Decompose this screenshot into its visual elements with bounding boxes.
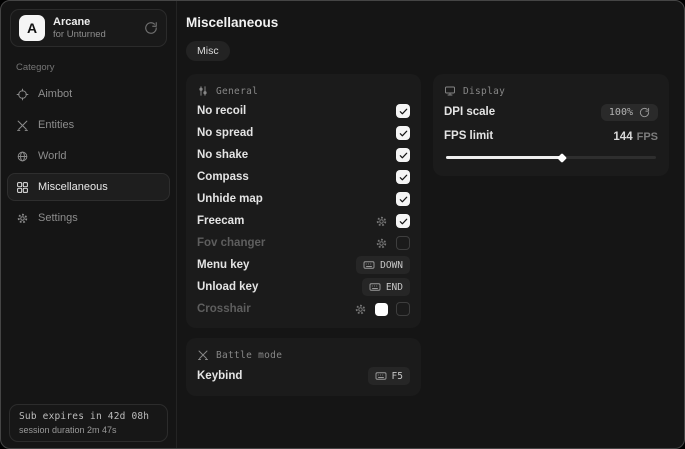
tab-misc[interactable]: Misc <box>186 41 230 61</box>
reset-icon[interactable] <box>639 107 650 118</box>
keyboard-icon <box>369 281 381 293</box>
sidebar: A Arcane for Unturned Category Aimbot En… <box>1 1 177 448</box>
brand-name: Arcane <box>53 16 106 29</box>
swords-icon <box>197 349 209 361</box>
app-window: A Arcane for Unturned Category Aimbot En… <box>0 0 685 449</box>
setting-label: Crosshair <box>197 303 251 315</box>
sidebar-item-miscellaneous[interactable]: Miscellaneous <box>7 173 170 201</box>
no-recoil-checkbox[interactable] <box>396 104 410 118</box>
setting-row-no-spread: No spread <box>197 122 410 144</box>
unhide-map-checkbox[interactable] <box>396 192 410 206</box>
setting-label: Fov changer <box>197 237 265 249</box>
setting-label: Unhide map <box>197 193 263 205</box>
battle-mode-panel-header: Battle mode <box>197 346 410 364</box>
session-duration-text: session duration 2m 47s <box>19 425 158 435</box>
sliders-icon <box>197 85 209 97</box>
main-content: Miscellaneous Misc General No recoil <box>177 1 684 448</box>
globe-icon <box>16 150 29 163</box>
setting-row-crosshair: Crosshair <box>197 298 410 320</box>
setting-label: DPI scale <box>444 106 495 118</box>
setting-label: Keybind <box>197 370 242 382</box>
fps-limit-value: 144 FPS <box>613 127 658 145</box>
subscription-info-box: Sub expires in 42d 08h session duration … <box>9 404 168 442</box>
setting-row-dpi-scale: DPI scale 100% <box>444 100 658 124</box>
setting-row-no-shake: No shake <box>197 144 410 166</box>
panel-title: Display <box>463 86 505 97</box>
setting-label: No shake <box>197 149 248 161</box>
setting-label: No recoil <box>197 105 246 117</box>
grid-icon <box>16 181 29 194</box>
setting-row-freecam: Freecam <box>197 210 410 232</box>
setting-label: No spread <box>197 127 253 139</box>
brand-card[interactable]: A Arcane for Unturned <box>10 9 167 47</box>
setting-label: Menu key <box>197 259 249 271</box>
fov-settings-gear-icon[interactable] <box>375 237 388 250</box>
sidebar-item-label: Settings <box>38 212 78 224</box>
no-spread-checkbox[interactable] <box>396 126 410 140</box>
gear-icon <box>16 212 29 225</box>
keyboard-icon <box>363 259 375 271</box>
sidebar-item-label: Miscellaneous <box>38 181 108 193</box>
slider-thumb[interactable] <box>557 153 567 163</box>
setting-label: FPS limit <box>444 130 493 142</box>
setting-row-compass: Compass <box>197 166 410 188</box>
unload-key-bind-button[interactable]: END <box>362 278 410 296</box>
setting-label: Unload key <box>197 281 258 293</box>
setting-row-fov-changer: Fov changer <box>197 232 410 254</box>
crosshair-checkbox[interactable] <box>396 302 410 316</box>
setting-row-no-recoil: No recoil <box>197 100 410 122</box>
freecam-settings-gear-icon[interactable] <box>375 215 388 228</box>
fps-unit: FPS <box>637 131 658 143</box>
dpi-scale-control[interactable]: 100% <box>601 104 658 121</box>
monitor-icon <box>444 85 456 97</box>
sidebar-item-world[interactable]: World <box>7 142 170 170</box>
compass-checkbox[interactable] <box>396 170 410 184</box>
dpi-scale-value: 100% <box>609 107 633 118</box>
crosshair-color-swatch[interactable] <box>375 303 388 316</box>
entities-icon <box>16 119 29 132</box>
setting-row-menu-key: Menu key DOWN <box>197 254 410 276</box>
sidebar-nav: Aimbot Entities World Miscellaneous <box>1 80 176 232</box>
general-panel: General No recoil No spread No shake <box>186 74 421 328</box>
setting-label: Freecam <box>197 215 244 227</box>
crosshair-settings-gear-icon[interactable] <box>354 303 367 316</box>
sidebar-item-label: World <box>38 150 67 162</box>
panel-title: General <box>216 86 258 97</box>
display-panel-header: Display <box>444 82 658 100</box>
brand-text: Arcane for Unturned <box>53 16 106 41</box>
app-logo: A <box>19 15 45 41</box>
sidebar-item-settings[interactable]: Settings <box>7 204 170 232</box>
sidebar-item-aimbot[interactable]: Aimbot <box>7 80 170 108</box>
sync-icon[interactable] <box>144 21 158 35</box>
no-shake-checkbox[interactable] <box>396 148 410 162</box>
sidebar-item-label: Aimbot <box>38 88 72 100</box>
crosshair-icon <box>16 88 29 101</box>
keybind-value: END <box>386 282 403 293</box>
fps-number: 144 <box>613 131 632 143</box>
freecam-checkbox[interactable] <box>396 214 410 228</box>
keybind-value: DOWN <box>380 260 403 271</box>
slider-fill <box>446 156 562 159</box>
battle-mode-panel: Battle mode Keybind F5 <box>186 338 421 396</box>
setting-row-unload-key: Unload key END <box>197 276 410 298</box>
brand-tagline: for Unturned <box>53 29 106 41</box>
setting-label: Compass <box>197 171 249 183</box>
setting-row-fps-limit: FPS limit 144 FPS <box>444 124 658 148</box>
fov-changer-checkbox[interactable] <box>396 236 410 250</box>
keyboard-icon <box>375 370 387 382</box>
setting-row-keybind: Keybind F5 <box>197 364 410 388</box>
fps-limit-slider[interactable] <box>446 156 656 159</box>
panel-title: Battle mode <box>216 350 282 361</box>
display-panel: Display DPI scale 100% FPS limit <box>433 74 669 176</box>
general-panel-header: General <box>197 82 410 100</box>
sidebar-item-label: Entities <box>38 119 74 131</box>
battle-keybind-button[interactable]: F5 <box>368 367 410 385</box>
keybind-value: F5 <box>392 371 403 382</box>
category-label: Category <box>16 62 176 73</box>
page-title: Miscellaneous <box>186 15 669 30</box>
setting-row-unhide-map: Unhide map <box>197 188 410 210</box>
sub-expiry-text: Sub expires in 42d 08h <box>19 411 158 422</box>
sidebar-item-entities[interactable]: Entities <box>7 111 170 139</box>
menu-key-bind-button[interactable]: DOWN <box>356 256 410 274</box>
